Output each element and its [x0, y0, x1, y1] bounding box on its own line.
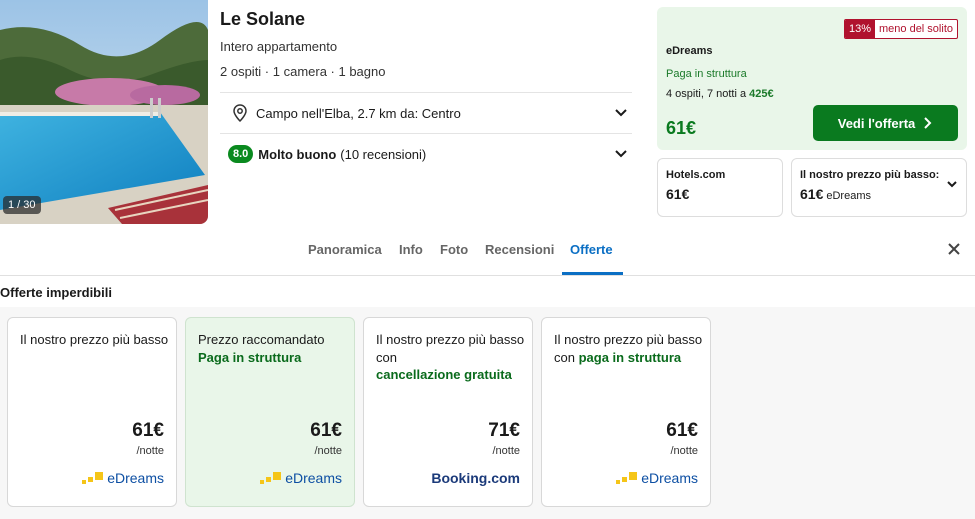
hotel-rooms: 2 ospiti · 1 camera · 1 bagno: [220, 64, 386, 79]
per-night-label: /notte: [670, 445, 698, 457]
edreams-logo: eDreams: [260, 470, 342, 486]
sub-offer-source: eDreams: [826, 190, 871, 202]
sub-offer-provider: Il nostro prezzo più basso:: [800, 169, 940, 181]
edreams-logo: eDreams: [82, 470, 164, 486]
deal-card[interactable]: Il nostro prezzo più basso 61€ /notte eD…: [7, 317, 177, 507]
tab-panoramica[interactable]: Panoramica: [308, 242, 382, 257]
main-offer-card[interactable]: 13% meno del solito eDreams Paga in stru…: [657, 7, 967, 150]
deal-provider: eDreams: [641, 470, 698, 486]
review-count: (10 recensioni): [340, 146, 427, 162]
stay-total: 425€: [749, 88, 774, 100]
per-night-label: /notte: [492, 445, 520, 457]
deal-card[interactable]: Il nostro prezzo più basso con paga in s…: [541, 317, 711, 507]
deal-provider: Booking.com: [431, 470, 520, 486]
tab-bar: Panoramica Info Foto Recensioni Offerte: [0, 226, 975, 276]
deal-price: 71€: [488, 420, 520, 441]
deal-card[interactable]: Il nostro prezzo più basso con cancellazi…: [363, 317, 533, 507]
deal-title: Il nostro prezzo più basso con cancellazi…: [376, 331, 526, 384]
chevron-down-icon[interactable]: [614, 147, 628, 161]
edreams-logo-icon: [616, 472, 638, 484]
per-night-label: /notte: [136, 445, 164, 457]
chevron-down-icon[interactable]: [614, 106, 628, 120]
rating-row[interactable]: 8.0 Molto buono (10 recensioni): [220, 133, 632, 174]
active-tab-indicator: [562, 272, 623, 275]
deal-title: Prezzo raccomandato Paga in struttura: [198, 331, 348, 366]
sub-offer-provider: Hotels.com: [666, 169, 726, 181]
location-pin-icon: [233, 104, 247, 123]
deal-title: Il nostro prezzo più basso con paga in s…: [554, 331, 704, 366]
deal-title-text: Prezzo raccomandato: [198, 332, 325, 347]
deal-title-highlight: cancellazione gratuita: [376, 367, 512, 382]
booking-logo: Booking.com: [431, 470, 520, 486]
deal-title-highlight: Paga in struttura: [198, 349, 302, 365]
discount-badge: 13% meno del solito: [843, 19, 958, 39]
discount-percent: 13%: [844, 20, 875, 38]
chevron-down-icon[interactable]: [946, 178, 958, 190]
deal-price: 61€: [310, 420, 342, 441]
deal-provider: eDreams: [285, 470, 342, 486]
deal-title: Il nostro prezzo più basso: [20, 331, 170, 349]
hotel-photo[interactable]: 1 / 30: [0, 0, 208, 224]
main-offer-pay: Paga in struttura: [666, 68, 747, 80]
hotel-type: Intero appartamento: [220, 39, 338, 54]
hotel-name: Le Solane: [220, 9, 306, 29]
deal-title-text: Il nostro prezzo più basso: [20, 332, 169, 347]
edreams-logo-icon: [82, 472, 104, 484]
discount-text: meno del solito: [879, 23, 953, 35]
sub-offer-price-row: 61€ eDreams: [800, 186, 871, 202]
sub-offer-hotels[interactable]: Hotels.com 61€: [657, 158, 783, 217]
deal-title-text: Il nostro prezzo più basso con: [376, 332, 525, 365]
main-offer-stay: 4 ospiti, 7 notti a 425€: [666, 88, 774, 100]
view-offer-button[interactable]: Vedi l'offerta: [813, 105, 958, 141]
tab-recensioni[interactable]: Recensioni: [485, 242, 554, 257]
stay-prefix: 4 ospiti, 7 notti a: [666, 88, 747, 100]
location-row[interactable]: Campo nell'Elba, 2.7 km da: Centro: [220, 92, 632, 133]
deal-provider: eDreams: [107, 470, 164, 486]
per-night-label: /notte: [314, 445, 342, 457]
close-icon[interactable]: [947, 242, 961, 256]
chevron-right-icon: [924, 117, 932, 129]
view-offer-label: Vedi l'offerta: [837, 115, 916, 131]
rating-label: Molto buono: [258, 146, 337, 162]
tab-foto[interactable]: Foto: [440, 242, 468, 257]
deal-price: 61€: [666, 420, 698, 441]
sub-offer-price: 61€: [800, 186, 824, 202]
pool-image: [0, 0, 208, 224]
main-offer-price: 61€: [666, 118, 697, 138]
deal-price: 61€: [132, 420, 164, 441]
tab-info[interactable]: Info: [399, 242, 423, 257]
edreams-logo: eDreams: [616, 470, 698, 486]
photo-counter: 1 / 30: [3, 196, 41, 214]
sub-offer-lowest[interactable]: Il nostro prezzo più basso: 61€ eDreams: [791, 158, 967, 217]
sub-offer-price: 61€: [666, 186, 690, 202]
deal-card-recommended[interactable]: Prezzo raccomandato Paga in struttura 61€…: [185, 317, 355, 507]
score-badge: 8.0: [228, 145, 254, 163]
tab-offerte[interactable]: Offerte: [570, 242, 613, 257]
edreams-logo-icon: [260, 472, 282, 484]
deals-list: Il nostro prezzo più basso 61€ /notte eD…: [0, 307, 975, 519]
deal-title-highlight: paga in struttura: [578, 349, 682, 365]
location-text: Campo nell'Elba, 2.7 km da: Centro: [256, 105, 461, 121]
deals-title: Offerte imperdibili: [0, 285, 112, 300]
main-offer-provider: eDreams: [666, 45, 713, 57]
